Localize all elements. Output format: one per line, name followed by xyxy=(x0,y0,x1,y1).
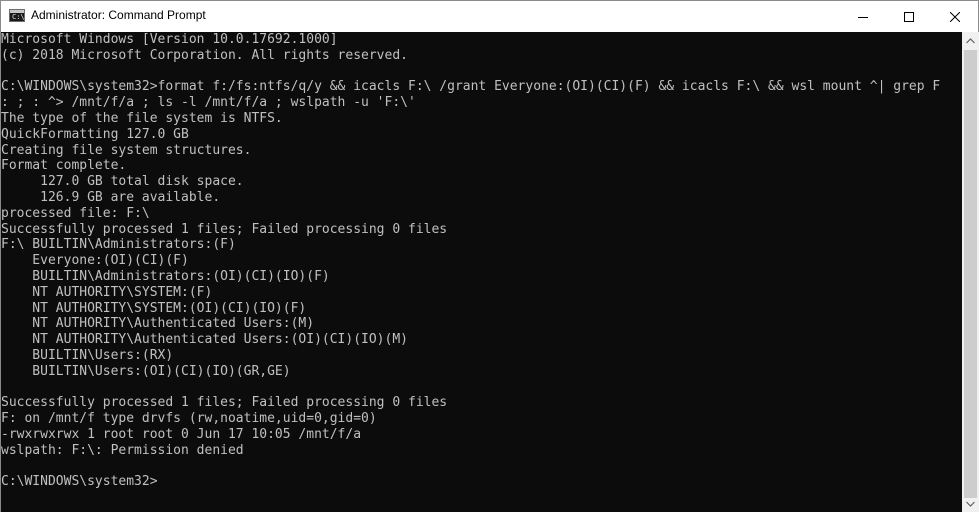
console-line: NT AUTHORITY\Authenticated Users:(M) xyxy=(1,316,315,332)
console-line: processed file: F:\ xyxy=(1,205,150,221)
console-line: C:\WINDOWS\system32>format f:/fs:ntfs/q/… xyxy=(1,79,941,95)
console-line: QuickFormatting 127.0 GB xyxy=(1,126,189,142)
close-icon xyxy=(950,11,960,22)
maximize-icon xyxy=(904,11,914,22)
console-line: Everyone:(OI)(CI)(F) xyxy=(1,253,189,269)
window-title: Administrator: Command Prompt xyxy=(31,8,206,22)
title-bar[interactable]: C:\ Administrator: Command Prompt xyxy=(1,1,978,32)
console-line: Creating file system structures. xyxy=(1,142,252,158)
console-line: Successfully processed 1 files; Failed p… xyxy=(1,395,448,411)
cmd-icon[interactable]: C:\ xyxy=(9,9,25,22)
console-line: Microsoft Windows [Version 10.0.17692.10… xyxy=(1,32,338,47)
vertical-scrollbar[interactable] xyxy=(962,32,979,512)
console-line: NT AUTHORITY\SYSTEM:(OI)(CI)(IO)(F) xyxy=(1,300,307,316)
console-line: (c) 2018 Microsoft Corporation. All righ… xyxy=(1,47,408,63)
console-line: BUILTIN\Administrators:(OI)(CI)(IO)(F) xyxy=(1,268,330,284)
console-line: BUILTIN\Users:(RX) xyxy=(1,347,174,363)
command-prompt-window: C:\ Administrator: Command Prompt Micros… xyxy=(0,0,979,512)
scroll-down-arrow-icon xyxy=(966,501,975,507)
console-output[interactable]: Microsoft Windows [Version 10.0.17692.10… xyxy=(1,32,962,512)
console-line: 127.0 GB total disk space. xyxy=(1,174,244,190)
console-line: The type of the file system is NTFS. xyxy=(1,110,283,126)
console-line: NT AUTHORITY\Authenticated Users:(OI)(CI… xyxy=(1,332,408,348)
scroll-thumb[interactable] xyxy=(964,50,977,498)
console-line: : ; : ^> /mnt/f/a ; ls -l /mnt/f/a ; wsl… xyxy=(1,95,416,111)
console-line: NT AUTHORITY\SYSTEM:(F) xyxy=(1,284,213,300)
scroll-down-button[interactable] xyxy=(962,495,979,512)
console-line: C:\WINDOWS\system32> xyxy=(1,474,158,490)
console-line: 126.9 GB are available. xyxy=(1,189,221,205)
console-line: F: on /mnt/f type drvfs (rw,noatime,uid=… xyxy=(1,411,377,427)
scroll-up-button[interactable] xyxy=(962,32,979,49)
console-line: -rwxrwxrwx 1 root root 0 Jun 17 10:05 /m… xyxy=(1,426,362,442)
minimize-icon xyxy=(858,16,868,18)
close-button[interactable] xyxy=(932,1,978,32)
minimize-button[interactable] xyxy=(840,1,886,32)
console-line: wslpath: F:\: Permission denied xyxy=(1,442,244,458)
console-line: Successfully processed 1 files; Failed p… xyxy=(1,221,448,237)
console-line: F:\ BUILTIN\Administrators:(F) xyxy=(1,237,236,253)
console-line: Format complete. xyxy=(1,158,127,174)
console-line: BUILTIN\Users:(OI)(CI)(IO)(GR,GE) xyxy=(1,363,291,379)
maximize-button[interactable] xyxy=(886,1,932,32)
scroll-up-arrow-icon xyxy=(966,37,975,43)
